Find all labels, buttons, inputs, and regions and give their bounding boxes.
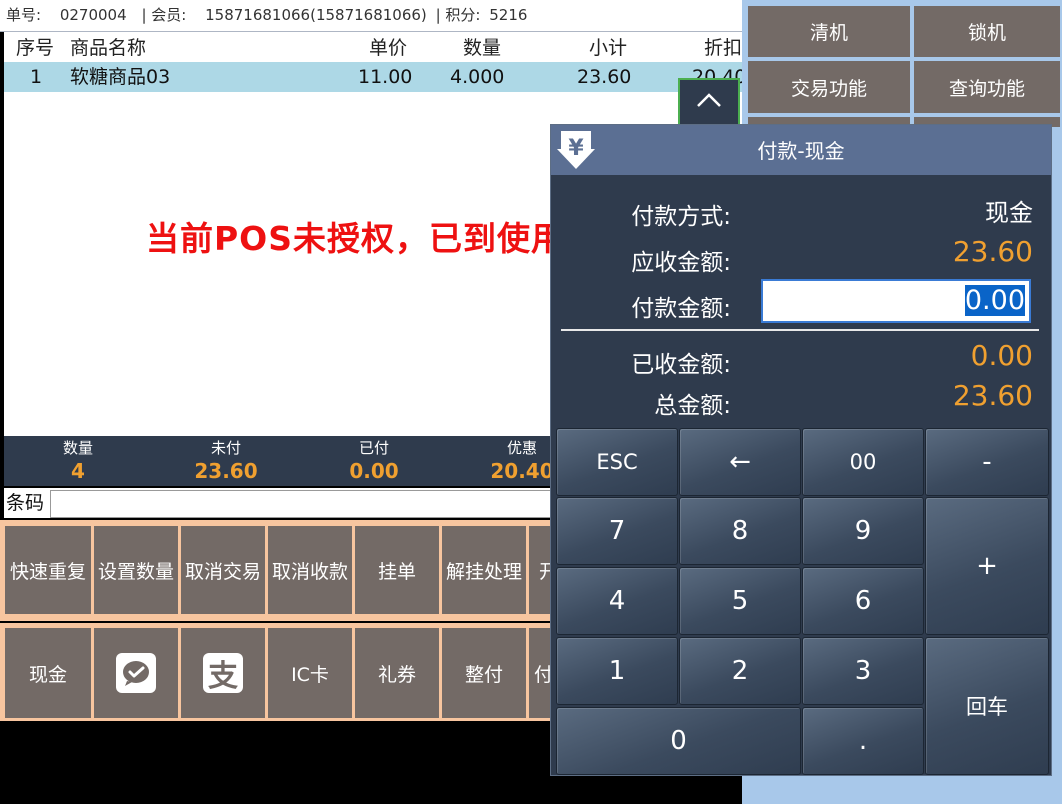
cash-button[interactable]: 现金 [5, 628, 91, 718]
wechat-pay-button[interactable] [94, 628, 178, 718]
col-header-price: 单价 [369, 37, 408, 59]
clear-machine-button[interactable]: 清机 [748, 6, 910, 57]
col-header-name: 商品名称 [70, 37, 147, 59]
points-value: 5216 [489, 6, 528, 24]
barcode-row: 条码 [4, 488, 554, 518]
order-no: 0270004 [59, 6, 127, 24]
key-esc[interactable]: ESC [556, 428, 678, 496]
payment-amount-selected-text: 0.00 [964, 285, 1025, 316]
received-amount-label: 已收金额: [631, 352, 731, 378]
key-7[interactable]: 7 [556, 497, 678, 565]
barcode-label: 条码 [4, 488, 50, 518]
key-plus[interactable]: + [925, 497, 1049, 635]
summary-qty-label: 数量 [62, 439, 93, 457]
received-amount-value: 0.00 [970, 339, 1033, 372]
dialog-divider [561, 329, 1039, 331]
wechat-icon [116, 653, 156, 693]
quick-repeat-button[interactable]: 快速重复 [5, 526, 91, 614]
key-minus[interactable]: - [925, 428, 1049, 496]
key-double-zero[interactable]: 00 [802, 428, 924, 496]
key-4[interactable]: 4 [556, 567, 678, 635]
license-warning-text: 当前POS未授权，已到使用 [146, 219, 566, 258]
chevron-up-icon [695, 91, 723, 113]
col-header-discount: 折扣 [704, 37, 742, 59]
key-3[interactable]: 3 [802, 637, 924, 705]
hold-order-button[interactable]: 挂单 [355, 526, 439, 614]
query-functions-button[interactable]: 查询功能 [914, 61, 1060, 113]
table-header: 序号 商品名称 单价 数量 小计 折扣 [4, 32, 742, 62]
key-9[interactable]: 9 [802, 497, 924, 565]
row-price: 11.00 [358, 66, 413, 88]
key-dot[interactable]: . [802, 707, 924, 775]
col-header-subtotal: 小计 [589, 37, 628, 59]
member-value: 15871681066(15871681066) [205, 6, 427, 24]
row-qty: 4.000 [450, 66, 505, 88]
alipay-icon: 支 [203, 653, 243, 694]
function-row-2: 现金 支 IC卡 礼券 整付 付 [0, 623, 561, 721]
summary-strip: 数量 4 未付 23.60 已付 0.00 优惠 20.40 [4, 436, 554, 486]
function-row-1: 快速重复 设置数量 取消交易 取消收款 挂单 解挂处理 开 [0, 520, 566, 621]
key-1[interactable]: 1 [556, 637, 678, 705]
key-2[interactable]: 2 [679, 637, 801, 705]
barcode-input[interactable] [50, 490, 554, 518]
trade-functions-button[interactable]: 交易功能 [748, 61, 910, 113]
order-no-label: 单号: [6, 6, 42, 24]
payment-method-label: 付款方式: [631, 204, 731, 230]
member-label: | 会员: [141, 6, 187, 24]
lock-machine-button[interactable]: 锁机 [914, 6, 1060, 57]
key-0[interactable]: 0 [556, 707, 801, 775]
total-amount-value: 23.60 [952, 379, 1033, 412]
summary-unpaid-value: 23.60 [194, 459, 258, 483]
row-subtotal: 23.60 [577, 66, 632, 88]
summary-unpaid: 未付 23.60 [181, 436, 271, 482]
resume-order-button[interactable]: 解挂处理 [442, 526, 526, 614]
col-header-qty: 数量 [463, 37, 502, 59]
alipay-glyph: 支 [208, 659, 238, 694]
summary-unpaid-label: 未付 [210, 439, 241, 457]
amount-due-value: 23.60 [952, 235, 1033, 268]
yen-download-icon: ¥ [555, 129, 597, 171]
total-amount-label: 总金额: [654, 393, 731, 419]
key-8[interactable]: 8 [679, 497, 801, 565]
key-backspace[interactable]: ← [679, 428, 801, 496]
summary-qty-value: 4 [71, 459, 85, 483]
svg-text:¥: ¥ [568, 136, 584, 161]
alipay-button[interactable]: 支 [181, 628, 265, 718]
scroll-up-button[interactable] [678, 78, 740, 126]
summary-paid-value: 0.00 [349, 459, 399, 483]
cancel-transaction-button[interactable]: 取消交易 [181, 526, 265, 614]
row-name: 软糖商品03 [70, 66, 171, 88]
round-pay-button[interactable]: 整付 [442, 628, 526, 718]
cancel-payment-button[interactable]: 取消收款 [268, 526, 352, 614]
payment-method-value: 现金 [985, 199, 1033, 227]
key-5[interactable]: 5 [679, 567, 801, 635]
key-6[interactable]: 6 [802, 567, 924, 635]
summary-paid: 已付 0.00 [329, 436, 419, 482]
payment-dialog: 付款-现金 ¥ 付款方式: 现金 应收金额: 23.60 付款金额: 0.00 … [550, 124, 1052, 776]
col-header-no: 序号 [16, 37, 55, 59]
coupon-button[interactable]: 礼券 [355, 628, 439, 718]
table-row[interactable]: 1 软糖商品03 11.00 4.000 23.60 20.40 [4, 62, 742, 92]
payment-amount-input[interactable]: 0.00 [761, 279, 1031, 323]
set-quantity-button[interactable]: 设置数量 [94, 526, 178, 614]
summary-qty: 数量 4 [33, 436, 123, 482]
ic-card-button[interactable]: IC卡 [268, 628, 352, 718]
dialog-title: 付款-现金 [551, 125, 1051, 175]
payment-amount-label: 付款金额: [631, 296, 731, 322]
key-enter[interactable]: 回车 [925, 637, 1049, 775]
points-label: | 积分: [435, 6, 481, 24]
order-info-bar: 单号: 0270004 | 会员: 15871681066(1587168106… [0, 0, 742, 32]
summary-paid-label: 已付 [358, 439, 389, 457]
amount-due-label: 应收金额: [631, 250, 731, 276]
row-no: 1 [30, 66, 43, 88]
